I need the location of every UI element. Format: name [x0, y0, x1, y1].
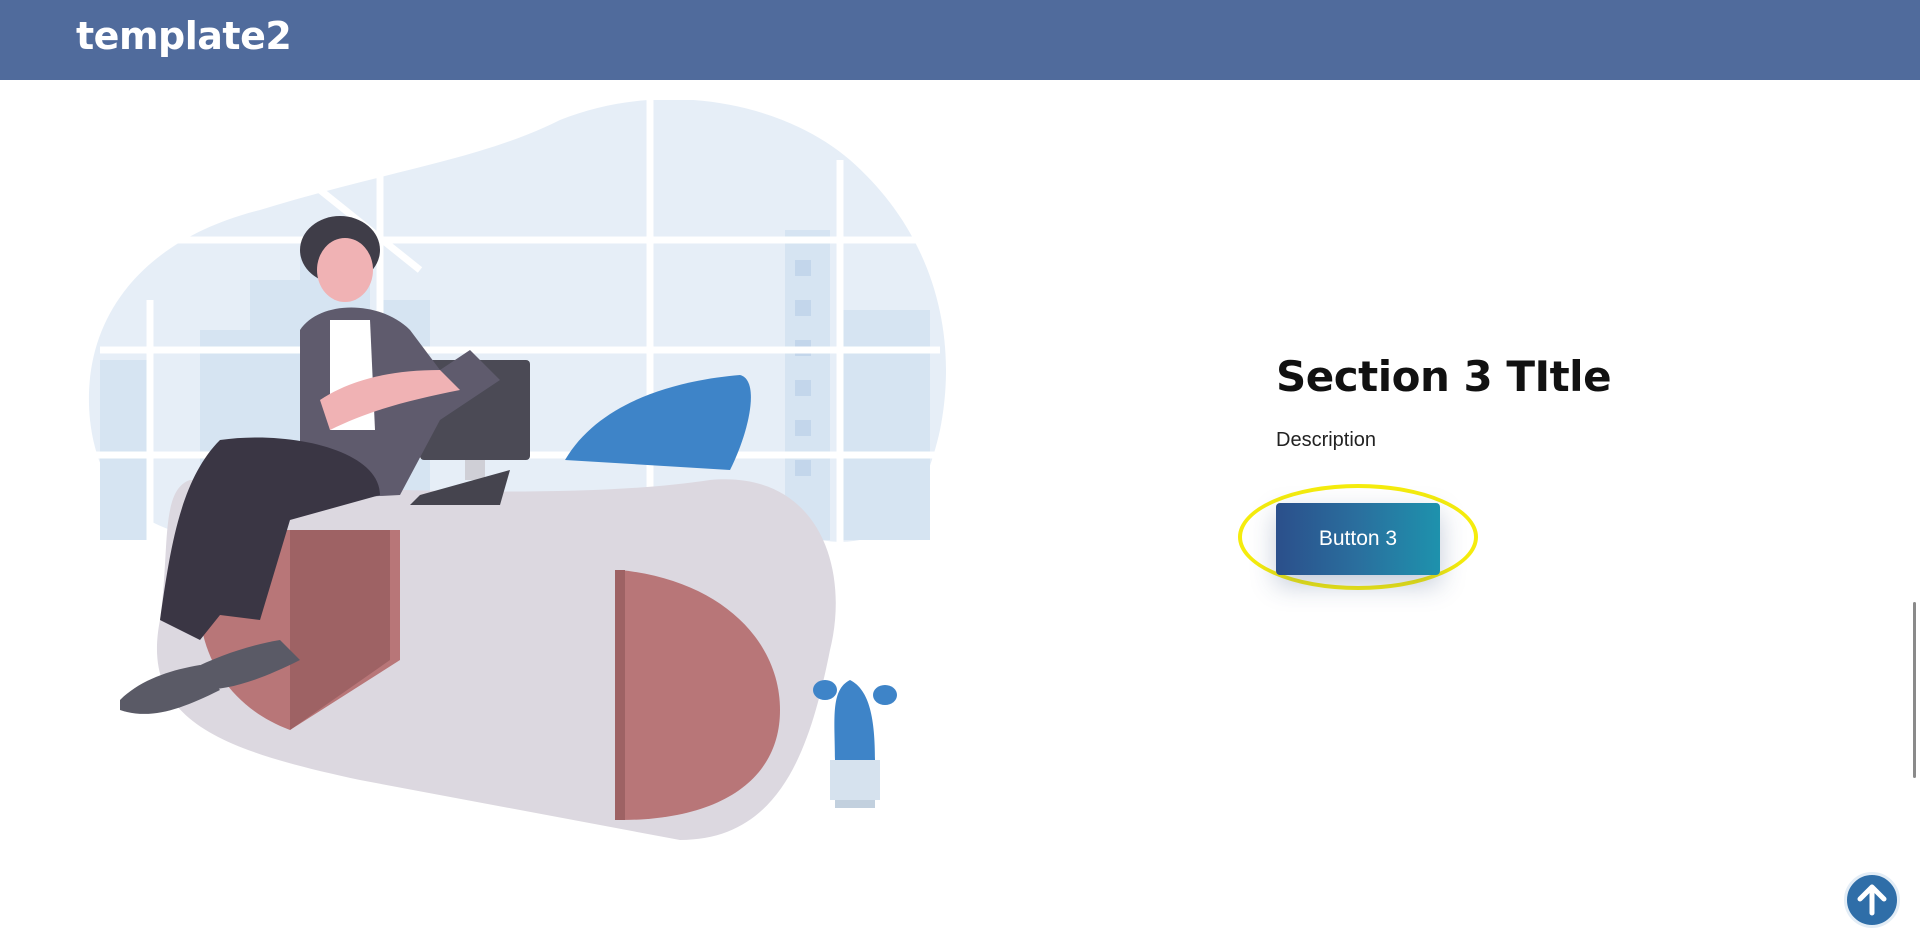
cactus: [834, 680, 875, 760]
cactus-pot: [830, 760, 880, 800]
section-description: Description: [1276, 429, 1377, 451]
brand-logo-text[interactable]: template2: [76, 14, 292, 58]
arrow-up-icon: [1857, 884, 1887, 916]
section-3-content: Section 3 TItle Description: [1276, 352, 1736, 452]
button-3[interactable]: Button 3: [1276, 503, 1440, 575]
section-title: Section 3 TItle: [1276, 352, 1612, 401]
office-desk-illustration: [89, 100, 946, 840]
top-navbar: template2: [0, 0, 1920, 80]
scroll-to-top-button[interactable]: [1844, 872, 1900, 928]
scrollbar-thumb[interactable]: [1913, 602, 1916, 778]
